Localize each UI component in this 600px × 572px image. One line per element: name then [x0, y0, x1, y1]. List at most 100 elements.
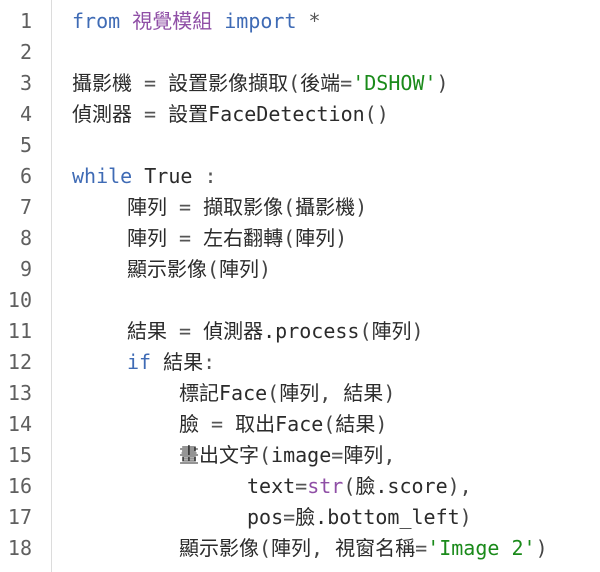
line-number: 13	[7, 381, 32, 405]
code-line: 7 陣列 = 擷取影像(攝影機)	[0, 192, 600, 223]
line-code: text=str(臉.score),	[247, 471, 472, 502]
code-token: 陣列	[295, 226, 336, 250]
line-number: 15	[7, 443, 32, 467]
code-token: =	[167, 319, 204, 343]
line-number: 11	[7, 319, 32, 343]
line-number: 12	[7, 350, 32, 374]
line-code: while True :	[72, 161, 217, 192]
code-line: 3 攝影機 = 設置影像擷取(後端='DSHOW')	[0, 68, 600, 99]
line-number: 8	[19, 226, 32, 250]
code-line: 8 陣列 = 左右翻轉(陣列)	[0, 223, 600, 254]
line-number: 9	[19, 257, 32, 281]
code-token: ,	[311, 536, 336, 560]
line-code: 結果 = 偵測器.process(陣列)	[127, 316, 424, 347]
code-token: =	[132, 102, 169, 126]
code-token: 結果	[343, 381, 384, 405]
code-token: (	[259, 536, 272, 560]
code-token: ,	[319, 381, 344, 405]
code-token: pos	[247, 505, 284, 529]
code-token: )	[383, 381, 396, 405]
code-token: from	[72, 9, 121, 33]
code-token: 左右翻轉	[203, 226, 284, 250]
code-token: True	[144, 164, 193, 188]
code-token: 結果	[163, 350, 204, 374]
line-number: 16	[7, 474, 32, 498]
code-token: 顯示影像	[127, 257, 207, 281]
code-line: 6 while True :	[0, 161, 600, 192]
code-token: =	[283, 505, 296, 529]
code-token: if	[127, 350, 152, 374]
code-line: 16 text=str(臉.score),	[0, 471, 600, 502]
line-code: 畫出文字(image=陣列,	[179, 440, 395, 471]
code-token: =	[295, 474, 308, 498]
code-line: 2	[0, 37, 600, 68]
line-code: 顯示影像(陣列)	[127, 254, 271, 285]
code-token: )	[411, 319, 424, 343]
line-code: 顯示影像(陣列, 視窗名稱='Image 2')	[179, 533, 548, 564]
code-token: (	[343, 474, 356, 498]
code-line: 13 標記Face(陣列, 結果)	[0, 378, 600, 409]
line-code: pos=臉.bottom_left)	[247, 502, 472, 533]
code-token: =	[415, 536, 428, 560]
code-token: ),	[447, 474, 472, 498]
code-line: 9 顯示影像(陣列)	[0, 254, 600, 285]
code-token: (	[267, 381, 280, 405]
code-token: )	[335, 226, 348, 250]
code-token: (	[359, 319, 372, 343]
code-token: 攝影機	[295, 195, 356, 219]
code-token: :	[192, 164, 217, 188]
code-token: =	[132, 71, 169, 95]
line-code: 陣列 = 擷取影像(攝影機)	[127, 192, 367, 223]
code-token: 標記Face	[179, 381, 268, 405]
code-token: 陣列	[371, 319, 412, 343]
code-line: 15 畫出文字(image=陣列,	[0, 440, 600, 471]
code-token: 設置FaceDetection	[168, 102, 365, 126]
code-token: while	[72, 164, 133, 188]
code-token: 'DSHOW'	[352, 71, 437, 95]
code-token: 陣列	[127, 195, 167, 219]
code-token: 設置影像擷取	[168, 71, 289, 95]
line-code: 偵測器 = 設置FaceDetection()	[72, 99, 389, 130]
line-number: 17	[7, 505, 32, 529]
code-token: 結果	[335, 412, 376, 436]
code-token: *	[296, 9, 321, 33]
code-token: 畫出文字	[179, 443, 259, 467]
code-token: (	[323, 412, 336, 436]
code-token: :	[203, 350, 216, 374]
line-number: 10	[7, 288, 32, 312]
line-number: 18	[7, 536, 32, 560]
line-number: 4	[19, 102, 32, 126]
code-token: =	[340, 71, 353, 95]
code-token: 偵測器	[72, 102, 132, 126]
code-token: (	[283, 195, 296, 219]
code-token: (	[207, 257, 220, 281]
code-token: )	[436, 71, 449, 95]
code-token: 擷取影像	[203, 195, 284, 219]
code-line: 18 顯示影像(陣列, 視窗名稱='Image 2')	[0, 533, 600, 564]
code-token: ,	[383, 443, 396, 467]
code-line: 14 臉 = 取出Face(結果)	[0, 409, 600, 440]
code-token: (	[283, 226, 296, 250]
line-number: 5	[19, 133, 32, 157]
code-token: 陣列	[343, 443, 384, 467]
code-token: 後端	[300, 71, 341, 95]
line-number: 6	[19, 164, 32, 188]
code-editor[interactable]: 1 from 視覺模組 import * 2 3 攝影機 = 設置影像擷取(後端='DS…	[0, 0, 600, 572]
line-code: from 視覺模組 import *	[72, 6, 321, 37]
code-line: 4 偵測器 = 設置FaceDetection()	[0, 99, 600, 130]
code-token: 攝影機	[72, 71, 132, 95]
code-token: ()	[364, 102, 389, 126]
code-token: 陣列	[271, 536, 312, 560]
code-token: =	[167, 195, 204, 219]
line-code: 攝影機 = 設置影像擷取(後端='DSHOW')	[72, 68, 449, 99]
code-token: (	[288, 71, 301, 95]
code-line: 11 結果 = 偵測器.process(陣列)	[0, 316, 600, 347]
code-token: import	[224, 9, 297, 33]
code-token: 臉	[179, 412, 199, 436]
code-line: 10	[0, 285, 600, 316]
code-token: =	[167, 226, 204, 250]
code-token: 臉.score	[355, 474, 448, 498]
